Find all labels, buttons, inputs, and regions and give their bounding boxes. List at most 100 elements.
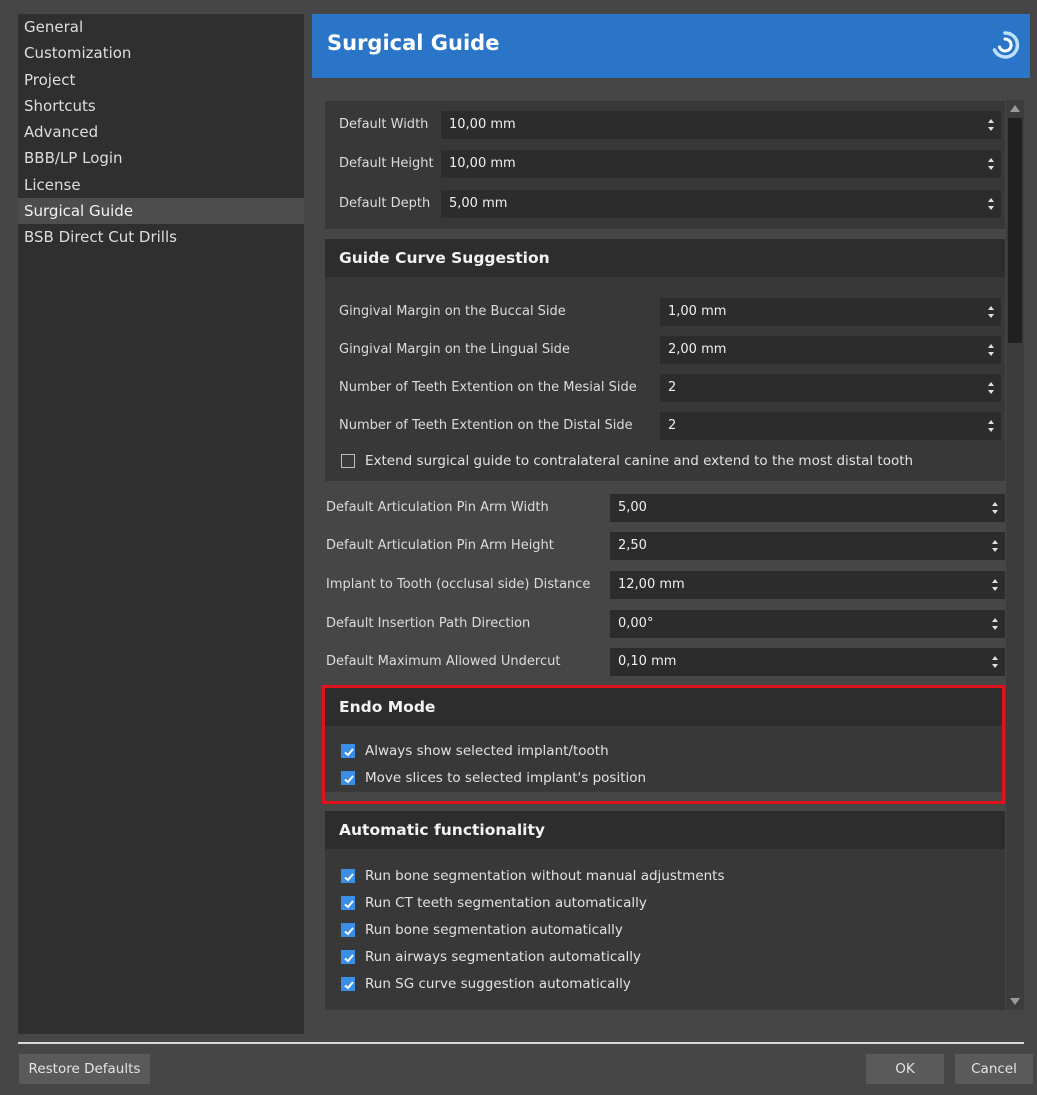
pin-arm-width-spinbox[interactable]: 5,00 xyxy=(610,494,1005,522)
distal-extension-spinbox[interactable]: 2 xyxy=(660,412,1001,440)
buccal-margin-label: Gingival Margin on the Buccal Side xyxy=(339,304,566,319)
pin-arm-width-label: Default Articulation Pin Arm Width xyxy=(326,500,549,515)
insertion-path-value: 0,00° xyxy=(618,616,654,631)
footer-divider xyxy=(18,1042,1024,1044)
vertical-scrollbar[interactable] xyxy=(1006,100,1024,1010)
auto-item-label: Run airways segmentation automatically xyxy=(365,949,642,965)
automatic-functionality-title: Automatic functionality xyxy=(325,811,1005,849)
auto-item-label: Run CT teeth segmentation automatically xyxy=(365,895,647,911)
implant-distance-spinbox[interactable]: 12,00 mm xyxy=(610,571,1005,599)
sidebar-item-customization[interactable]: Customization xyxy=(18,40,304,66)
sidebar-item-general[interactable]: General xyxy=(18,14,304,40)
implant-distance-label: Implant to Tooth (occlusal side) Distanc… xyxy=(326,577,591,592)
buccal-margin-spinbox[interactable]: 1,00 mm xyxy=(660,298,1001,326)
checkbox-checked-icon[interactable] xyxy=(341,744,355,758)
lingual-margin-row: Gingival Margin on the Lingual Side 2,00… xyxy=(325,336,1005,364)
spin-arrows-icon[interactable] xyxy=(991,616,999,632)
checkbox-checked-icon[interactable] xyxy=(341,896,355,910)
extend-guide-label: Extend surgical guide to contralateral c… xyxy=(365,453,914,469)
sidebar-item-license[interactable]: License xyxy=(18,172,304,198)
spin-arrows-icon[interactable] xyxy=(987,342,995,358)
default-depth-label: Default Depth xyxy=(339,196,431,211)
auto-item-label: Run SG curve suggestion automatically xyxy=(365,976,631,992)
pin-arm-height-label: Default Articulation Pin Arm Height xyxy=(326,538,554,553)
scroll-up-arrow-icon[interactable] xyxy=(1009,103,1021,113)
default-height-spinbox[interactable]: 10,00 mm xyxy=(441,150,1001,178)
cancel-button[interactable]: Cancel xyxy=(955,1054,1033,1084)
spin-arrows-icon[interactable] xyxy=(991,500,999,516)
checkbox-checked-icon[interactable] xyxy=(341,869,355,883)
spin-arrows-icon[interactable] xyxy=(991,577,999,593)
pin-arm-height-spinbox[interactable]: 2,50 xyxy=(610,532,1005,560)
endo-mode-title: Endo Mode xyxy=(325,688,1005,726)
scroll-down-arrow-icon[interactable] xyxy=(1009,997,1021,1007)
endo-mode-group: Endo Mode Always show selected implant/t… xyxy=(325,688,1005,792)
auto-item-checkbox[interactable]: Run SG curve suggestion automatically xyxy=(341,974,941,996)
spin-arrows-icon[interactable] xyxy=(987,117,995,133)
undercut-label: Default Maximum Allowed Undercut xyxy=(326,654,561,669)
restore-defaults-button[interactable]: Restore Defaults xyxy=(19,1054,150,1084)
always-show-selected-label: Always show selected implant/tooth xyxy=(365,743,609,759)
spin-arrows-icon[interactable] xyxy=(987,304,995,320)
checkbox-checked-icon[interactable] xyxy=(341,771,355,785)
default-depth-value: 5,00 mm xyxy=(449,196,508,211)
buccal-margin-value: 1,00 mm xyxy=(668,304,727,319)
settings-sidebar: General Customization Project Shortcuts … xyxy=(18,14,304,1034)
auto-item-checkbox[interactable]: Run CT teeth segmentation automatically xyxy=(341,893,941,915)
insertion-path-label: Default Insertion Path Direction xyxy=(326,616,531,631)
move-slices-checkbox[interactable]: Move slices to selected implant's positi… xyxy=(341,768,941,790)
insertion-path-spinbox[interactable]: 0,00° xyxy=(610,610,1005,638)
spin-arrows-icon[interactable] xyxy=(987,380,995,396)
default-depth-row: Default Depth 5,00 mm xyxy=(325,190,1005,218)
default-width-label: Default Width xyxy=(339,117,429,132)
lingual-margin-label: Gingival Margin on the Lingual Side xyxy=(339,342,570,357)
pin-arm-height-row: Default Articulation Pin Arm Height 2,50 xyxy=(312,532,1006,560)
automatic-functionality-group: Automatic functionality Run bone segment… xyxy=(325,811,1005,1010)
default-height-value: 10,00 mm xyxy=(449,156,516,171)
mesial-extension-row: Number of Teeth Extention on the Mesial … xyxy=(325,374,1005,402)
spin-arrows-icon[interactable] xyxy=(987,196,995,212)
sidebar-item-surgical-guide[interactable]: Surgical Guide xyxy=(18,198,304,225)
mesial-extension-spinbox[interactable]: 2 xyxy=(660,374,1001,402)
sidebar-item-bsb-direct-cut-drills[interactable]: BSB Direct Cut Drills xyxy=(18,224,304,250)
sidebar-item-bbb-lp-login[interactable]: BBB/LP Login xyxy=(18,145,304,171)
spin-arrows-icon[interactable] xyxy=(991,538,999,554)
auto-item-checkbox[interactable]: Run airways segmentation automatically xyxy=(341,947,941,969)
sidebar-item-shortcuts[interactable]: Shortcuts xyxy=(18,93,304,119)
auto-item-label: Run bone segmentation automatically xyxy=(365,922,623,938)
checkbox-checked-icon[interactable] xyxy=(341,923,355,937)
pin-arm-width-row: Default Articulation Pin Arm Width 5,00 xyxy=(312,494,1006,522)
extend-guide-checkbox[interactable]: Extend surgical guide to contralateral c… xyxy=(341,451,991,473)
sidebar-item-advanced[interactable]: Advanced xyxy=(18,119,304,145)
default-height-row: Default Height 10,00 mm xyxy=(325,150,1005,178)
checkbox-checked-icon[interactable] xyxy=(341,977,355,991)
mesial-extension-value: 2 xyxy=(668,380,677,395)
ok-button[interactable]: OK xyxy=(866,1054,944,1084)
auto-item-checkbox[interactable]: Run bone segmentation automatically xyxy=(341,920,941,942)
spin-arrows-icon[interactable] xyxy=(987,156,995,172)
always-show-selected-checkbox[interactable]: Always show selected implant/tooth xyxy=(341,741,941,763)
undercut-spinbox[interactable]: 0,10 mm xyxy=(610,648,1005,676)
spin-arrows-icon[interactable] xyxy=(987,418,995,434)
undercut-value: 0,10 mm xyxy=(618,654,677,669)
guide-curve-group: Guide Curve Suggestion Gingival Margin o… xyxy=(325,239,1005,481)
default-height-label: Default Height xyxy=(339,156,434,171)
scrollbar-thumb[interactable] xyxy=(1008,118,1022,343)
distal-extension-row: Number of Teeth Extention on the Distal … xyxy=(325,412,1005,440)
pin-arm-width-value: 5,00 xyxy=(618,500,647,515)
default-width-row: Default Width 10,00 mm xyxy=(325,111,1005,139)
lingual-margin-spinbox[interactable]: 2,00 mm xyxy=(660,336,1001,364)
default-width-spinbox[interactable]: 10,00 mm xyxy=(441,111,1001,139)
auto-item-checkbox[interactable]: Run bone segmentation without manual adj… xyxy=(341,866,941,888)
implant-distance-value: 12,00 mm xyxy=(618,577,685,592)
default-depth-spinbox[interactable]: 5,00 mm xyxy=(441,190,1001,218)
insertion-path-row: Default Insertion Path Direction 0,00° xyxy=(312,610,1006,638)
move-slices-label: Move slices to selected implant's positi… xyxy=(365,770,647,786)
checkbox-unchecked-icon[interactable] xyxy=(341,454,355,468)
distal-extension-label: Number of Teeth Extention on the Distal … xyxy=(339,418,633,433)
default-dimensions-group: Default Width 10,00 mm Default Height 10… xyxy=(325,101,1005,229)
spin-arrows-icon[interactable] xyxy=(991,654,999,670)
page-title: Surgical Guide xyxy=(327,31,500,55)
sidebar-item-project[interactable]: Project xyxy=(18,67,304,93)
checkbox-checked-icon[interactable] xyxy=(341,950,355,964)
